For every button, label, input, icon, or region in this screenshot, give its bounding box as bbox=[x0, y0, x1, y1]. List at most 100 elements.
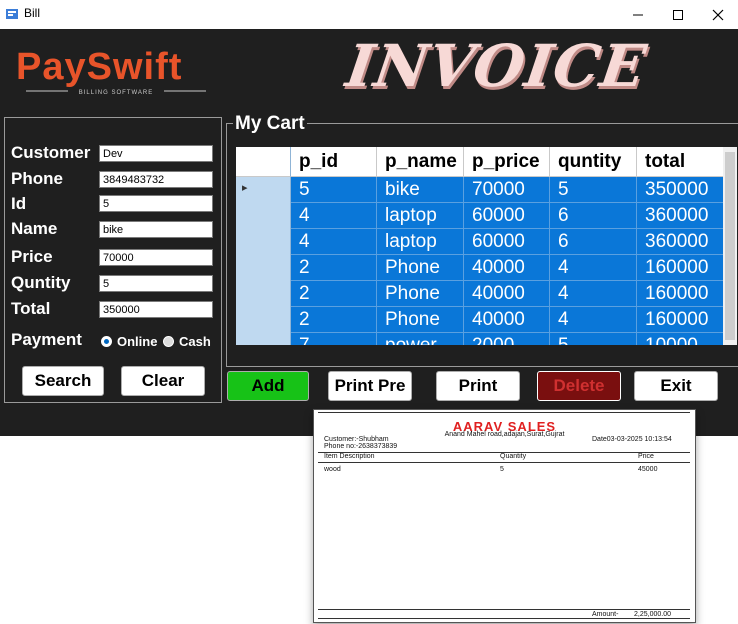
receipt-date: Date03-03-2025 10:13:54 bbox=[592, 436, 672, 443]
receipt-header-price: Price bbox=[638, 453, 654, 460]
cell-p_price[interactable]: 2000 bbox=[464, 333, 550, 345]
customer-field[interactable]: Dev bbox=[99, 145, 213, 162]
cell-p_id[interactable]: 5 bbox=[291, 177, 377, 203]
quantity-label: Quntity bbox=[11, 273, 71, 292]
minimize-icon bbox=[633, 14, 643, 15]
cell-total[interactable]: 360000 bbox=[637, 203, 737, 229]
cell-quntity[interactable]: 4 bbox=[550, 307, 637, 333]
cell-p_name[interactable]: power bbox=[377, 333, 464, 345]
receipt-item-price: 45000 bbox=[638, 466, 658, 473]
maximize-icon bbox=[673, 9, 683, 20]
receipt-amount-value: 2,25,000.00 bbox=[634, 611, 671, 618]
cell-p_price[interactable]: 60000 bbox=[464, 229, 550, 255]
receipt-amount-label: Amount- bbox=[592, 611, 619, 618]
cell-quntity[interactable]: 4 bbox=[550, 255, 637, 281]
cell-p_price[interactable]: 60000 bbox=[464, 203, 550, 229]
cell-p_id[interactable]: 4 bbox=[291, 203, 377, 229]
cart-grid[interactable]: p_id p_name p_price quntity total ▸ 5 bi… bbox=[236, 147, 737, 345]
cell-quntity[interactable]: 5 bbox=[550, 333, 637, 345]
cell-quntity[interactable]: 5 bbox=[550, 177, 637, 203]
col-header-p_name[interactable]: p_name bbox=[377, 147, 464, 177]
cell-p_id[interactable]: 2 bbox=[291, 281, 377, 307]
col-header-p_id[interactable]: p_id bbox=[291, 147, 377, 177]
id-field[interactable]: 5 bbox=[99, 195, 213, 212]
receipt-item-name: wood bbox=[324, 466, 341, 473]
cell-total[interactable]: 10000 bbox=[637, 333, 737, 345]
col-header-total[interactable]: total bbox=[637, 147, 737, 177]
cell-p_name[interactable]: bike bbox=[377, 177, 464, 203]
cell-p_name[interactable]: laptop bbox=[377, 203, 464, 229]
cell-total[interactable]: 160000 bbox=[637, 281, 737, 307]
cell-p_name[interactable]: laptop bbox=[377, 229, 464, 255]
print-preview-button[interactable]: Print Pre bbox=[328, 371, 412, 401]
svg-text:PaySwift: PaySwift bbox=[16, 47, 182, 88]
search-button[interactable]: Search bbox=[22, 366, 104, 396]
receipt-rule bbox=[318, 609, 690, 610]
print-button[interactable]: Print bbox=[436, 371, 520, 401]
name-field[interactable]: bike bbox=[99, 221, 213, 238]
exit-button[interactable]: Exit bbox=[634, 371, 718, 401]
cell-p_price[interactable]: 40000 bbox=[464, 307, 550, 333]
cart-title: My Cart bbox=[233, 113, 307, 135]
maximize-button[interactable] bbox=[658, 0, 698, 29]
customer-label: Customer bbox=[11, 143, 91, 162]
cell-p_id[interactable]: 2 bbox=[291, 307, 377, 333]
cell-p_price[interactable]: 40000 bbox=[464, 281, 550, 307]
delete-button[interactable]: Delete bbox=[537, 371, 621, 401]
current-row-marker-icon: ▸ bbox=[242, 182, 248, 194]
cell-total[interactable]: 360000 bbox=[637, 229, 737, 255]
receipt-rule bbox=[318, 618, 690, 619]
receipt-rule bbox=[318, 462, 690, 463]
cell-p_id[interactable]: 7 bbox=[291, 333, 377, 345]
price-label: Price bbox=[11, 247, 53, 266]
grid-corner bbox=[236, 147, 291, 177]
online-radio-label[interactable]: Online bbox=[117, 334, 157, 349]
receipt-header-item: Item Description bbox=[324, 453, 375, 460]
invoice-heading: INVOICE bbox=[342, 32, 651, 100]
id-label: Id bbox=[11, 194, 27, 213]
app-icon bbox=[6, 9, 18, 19]
receipt-customer: Customer:-Shubham bbox=[324, 436, 389, 443]
receipt-item-qty: 5 bbox=[500, 466, 504, 473]
cell-p_id[interactable]: 2 bbox=[291, 255, 377, 281]
close-icon bbox=[712, 9, 724, 20]
total-field[interactable]: 350000 bbox=[99, 301, 213, 318]
payment-label: Payment bbox=[11, 330, 82, 349]
cell-p_price[interactable]: 40000 bbox=[464, 255, 550, 281]
receipt-phone: Phone no:-2638373839 bbox=[324, 443, 398, 450]
total-label: Total bbox=[11, 299, 51, 318]
clear-button[interactable]: Clear bbox=[121, 366, 205, 396]
receipt-header-qty: Quantity bbox=[500, 453, 527, 460]
cell-total[interactable]: 160000 bbox=[637, 307, 737, 333]
cell-total[interactable]: 350000 bbox=[637, 177, 737, 203]
cash-radio-label[interactable]: Cash bbox=[179, 334, 211, 349]
cell-p_price[interactable]: 70000 bbox=[464, 177, 550, 203]
cell-p_name[interactable]: Phone bbox=[377, 255, 464, 281]
cell-p_name[interactable]: Phone bbox=[377, 307, 464, 333]
window-title: Bill bbox=[24, 6, 41, 20]
receipt-top-rule bbox=[318, 412, 690, 413]
quantity-field[interactable]: 5 bbox=[99, 275, 213, 292]
cell-quntity[interactable]: 6 bbox=[550, 229, 637, 255]
cell-quntity[interactable]: 6 bbox=[550, 203, 637, 229]
svg-text:BILLING SOFTWARE: BILLING SOFTWARE bbox=[79, 90, 153, 96]
phone-label: Phone bbox=[11, 169, 63, 188]
cell-p_id[interactable]: 4 bbox=[291, 229, 377, 255]
col-header-p_price[interactable]: p_price bbox=[464, 147, 550, 177]
col-header-quntity[interactable]: quntity bbox=[550, 147, 637, 177]
close-button[interactable] bbox=[698, 0, 738, 29]
cash-radio[interactable] bbox=[163, 336, 174, 347]
minimize-button[interactable] bbox=[618, 0, 658, 29]
phone-field[interactable]: 3849483732 bbox=[99, 171, 213, 188]
row-header-column bbox=[236, 177, 291, 345]
online-radio[interactable] bbox=[101, 336, 112, 347]
cell-total[interactable]: 160000 bbox=[637, 255, 737, 281]
add-button[interactable]: Add bbox=[227, 371, 309, 401]
cell-quntity[interactable]: 4 bbox=[550, 281, 637, 307]
cell-p_name[interactable]: Phone bbox=[377, 281, 464, 307]
name-label: Name bbox=[11, 219, 58, 238]
payswift-logo: PaySwift BILLING SOFTWARE bbox=[16, 47, 206, 96]
price-field[interactable]: 70000 bbox=[99, 249, 213, 266]
grid-scrollbar-thumb[interactable] bbox=[725, 152, 735, 340]
print-preview-document: AARAV SALES Anand Mahel road,adajan,Sura… bbox=[313, 409, 696, 623]
